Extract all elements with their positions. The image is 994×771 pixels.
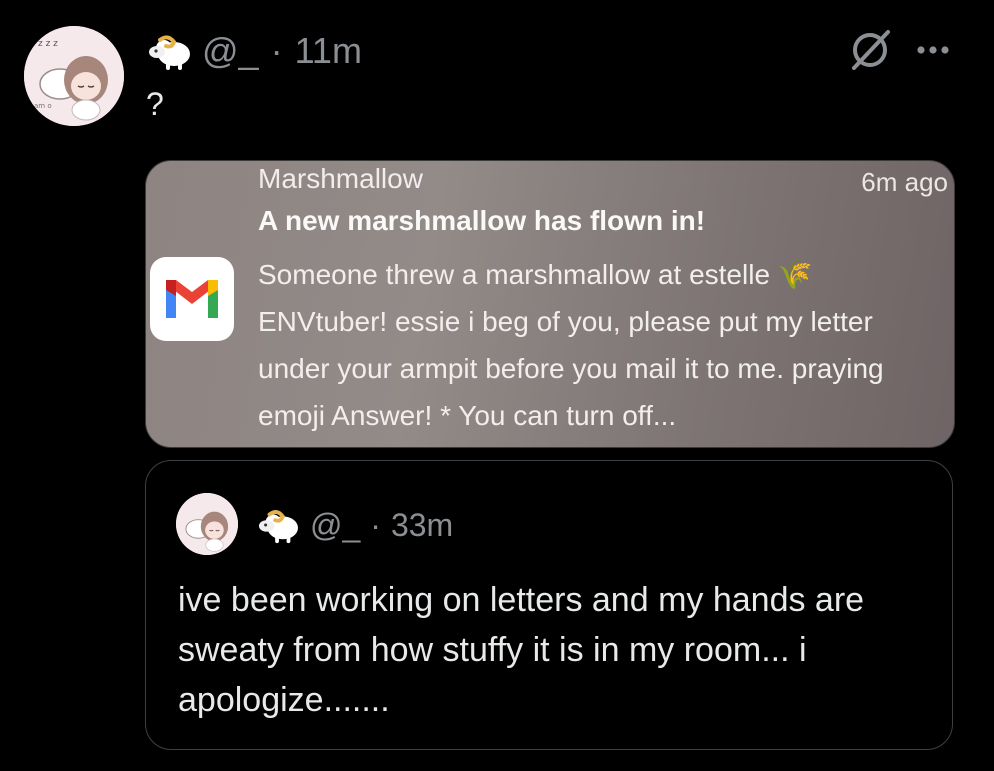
tweet-time[interactable]: 11m [295,30,362,72]
tweet-text: ? [146,86,164,122]
tweet-actions [846,26,950,74]
quoted-tweet-text: ive been working on letters and my hands… [178,581,865,719]
attached-image[interactable]: Marshmallow 6m ago A new marshmallow has… [145,160,955,448]
tweet-handle[interactable]: @_ [202,30,259,72]
avatar[interactable]: z z z am o [24,26,124,126]
quoted-tweet-header: @_ · 33m [256,497,453,553]
notification-time: 6m ago [861,167,948,197]
svg-text:am o: am o [34,102,52,110]
notification-body: Someone threw a marshmallow at estelle 🌾… [258,259,884,431]
notification-title: A new marshmallow has flown in! [258,205,706,236]
quoted-tweet-handle: @_ [310,506,361,543]
avatar [176,493,238,555]
grok-icon[interactable] [846,26,894,74]
separator-dot: · [270,30,283,71]
svg-text:z z z: z z z [38,39,58,49]
tweet-header: @_ · 11m [146,26,362,76]
quoted-tweet-time: 33m [390,506,454,543]
more-icon[interactable] [916,45,950,55]
sheep-icon [146,30,192,72]
sheep-icon [256,505,300,545]
gmail-icon [150,257,234,341]
notification-app-name: Marshmallow [258,163,423,194]
separator-dot: · [370,506,381,543]
quoted-tweet[interactable]: @_ · 33m ive been working on letters and… [145,460,953,750]
